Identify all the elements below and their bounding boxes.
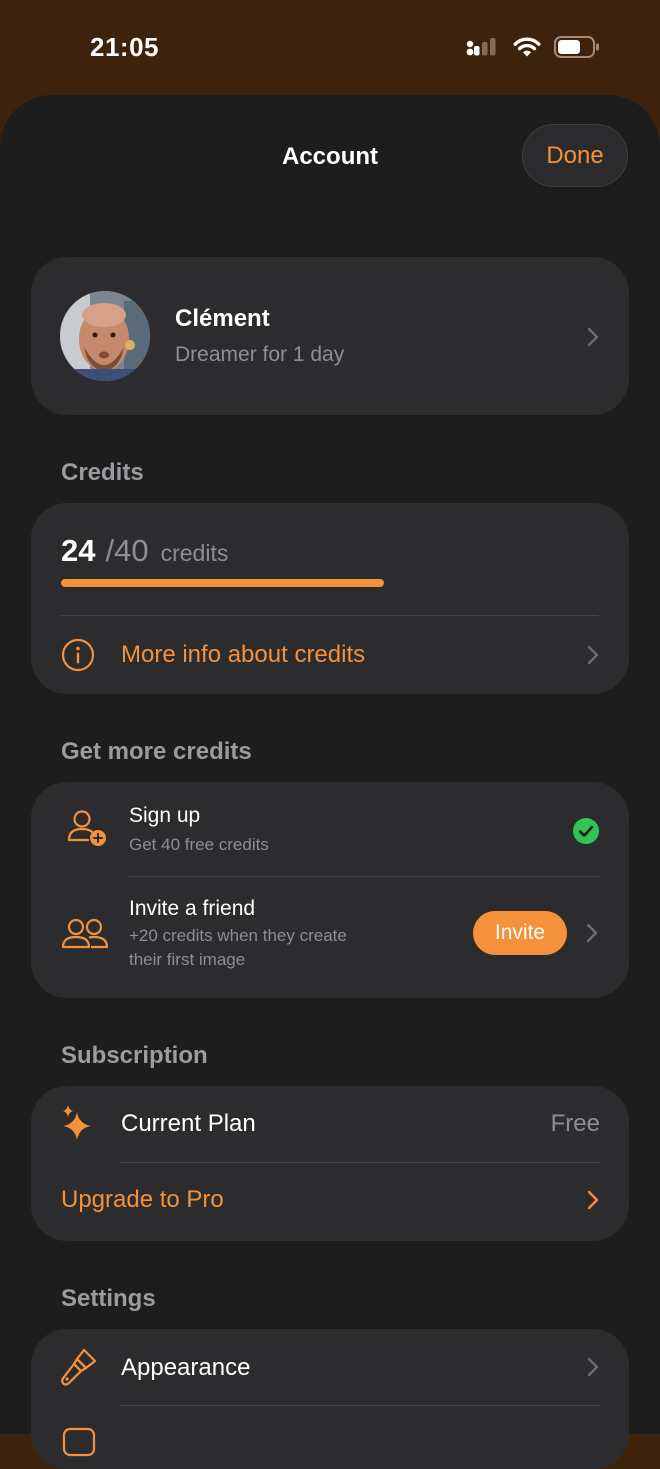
- paintbrush-icon: [61, 1348, 97, 1386]
- settings-section-title: Settings: [61, 1285, 156, 1312]
- invite-friend-row[interactable]: Invite a friend +20 credits when they cr…: [31, 877, 629, 998]
- chevron-right-icon: [586, 923, 598, 943]
- chevron-right-icon: [587, 1357, 599, 1377]
- credits-current: 24: [61, 533, 96, 568]
- upgrade-to-pro-label: Upgrade to Pro: [61, 1186, 224, 1213]
- done-button[interactable]: Done: [522, 124, 628, 187]
- subscription-section-title: Subscription: [61, 1042, 208, 1069]
- info-icon: [61, 638, 95, 672]
- checkmark-circle-icon: [573, 818, 599, 844]
- account-sheet: Account Done Clément Dreamer for 1 day C…: [0, 95, 660, 1469]
- sign-up-row[interactable]: Sign up Get 40 free credits: [31, 782, 629, 876]
- get-more-credits-section-title: Get more credits: [61, 738, 252, 765]
- profile-card[interactable]: Clément Dreamer for 1 day: [31, 257, 629, 415]
- profile-subtitle: Dreamer for 1 day: [175, 343, 345, 366]
- appearance-row[interactable]: Appearance: [31, 1329, 629, 1405]
- upgrade-to-pro-row[interactable]: Upgrade to Pro: [31, 1163, 629, 1241]
- avatar: [60, 291, 150, 381]
- credits-counter: 24 /40 credits: [61, 533, 228, 569]
- chevron-right-icon: [587, 1190, 599, 1210]
- status-icons: [466, 36, 600, 58]
- more-info-credits-label: More info about credits: [121, 641, 366, 668]
- credits-section-title: Credits: [61, 459, 144, 486]
- sign-up-title: Sign up: [129, 804, 201, 827]
- invite-friend-subtitle-line1: +20 credits when they create: [129, 926, 347, 945]
- credits-progress-fill: [61, 579, 384, 587]
- current-plan-row: Current Plan Free: [31, 1086, 629, 1162]
- add-user-icon: [67, 810, 106, 846]
- credits-card: 24 /40 credits More info about credits: [31, 503, 629, 694]
- profile-name: Clément: [175, 305, 270, 332]
- status-time: 21:05: [90, 32, 159, 62]
- settings-row-partial[interactable]: [31, 1406, 629, 1469]
- two-people-icon: [61, 918, 109, 949]
- sparkles-icon: [63, 1105, 91, 1140]
- subscription-card: Current Plan Free Upgrade to Pro: [31, 1086, 629, 1241]
- wifi-icon: [513, 37, 541, 57]
- cellular-signal-icon: [466, 38, 496, 56]
- credits-progress-bar: [61, 579, 599, 587]
- credits-total: /40: [105, 533, 149, 568]
- more-info-credits-row[interactable]: More info about credits: [31, 616, 629, 694]
- current-plan-label: Current Plan: [121, 1110, 256, 1137]
- settings-card: Appearance: [31, 1329, 629, 1469]
- battery-icon: [554, 36, 599, 58]
- invite-friend-subtitle-line2: their first image: [129, 950, 246, 969]
- get-more-credits-card: Sign up Get 40 free credits Invite a fri…: [31, 782, 629, 998]
- settings-row-icon: [62, 1427, 96, 1457]
- appearance-label: Appearance: [121, 1354, 251, 1381]
- invite-friend-title: Invite a friend: [129, 897, 256, 920]
- sign-up-subtitle: Get 40 free credits: [129, 835, 269, 854]
- invite-button[interactable]: Invite: [473, 911, 567, 955]
- chevron-right-icon: [587, 327, 599, 347]
- status-bar: 21:05: [0, 0, 660, 95]
- current-plan-value: Free: [550, 1110, 600, 1137]
- chevron-right-icon: [587, 645, 599, 665]
- credits-unit: credits: [160, 540, 229, 566]
